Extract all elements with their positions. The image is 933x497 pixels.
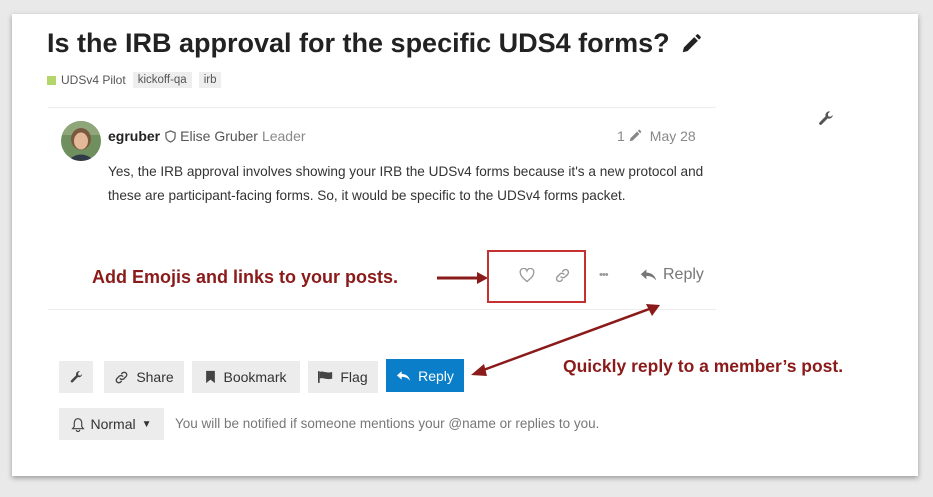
flag-icon [318,370,340,384]
caret-down-icon: ▼ [141,418,152,430]
share-label: Share [136,369,174,385]
notification-level-dropdown[interactable]: Normal ▼ [59,408,164,440]
category-color-badge [47,75,56,85]
highlight-box [487,250,586,303]
bell-icon [71,417,90,432]
post-meta: 1 May 28 [617,128,696,144]
post-reply-label: Reply [663,266,704,283]
notification-level-label: Normal [90,416,136,432]
wrench-icon [69,370,84,385]
reply-label: Reply [418,367,454,384]
annotation-arrow [437,272,488,284]
bookmark-button[interactable]: Bookmark [192,361,300,393]
link-icon[interactable] [554,267,571,284]
reply-button[interactable]: Reply [386,359,464,392]
edit-count[interactable]: 1 [617,128,625,144]
reply-icon [396,370,418,382]
notification-description: You will be notified if someone mentions… [175,416,600,431]
author-full-name: Elise Gruber [180,128,258,144]
link-icon [114,370,136,385]
annotation-emoji-links: Add Emojis and links to your posts. [92,267,399,287]
flag-button[interactable]: Flag [308,361,378,393]
author-role: Leader [261,128,306,144]
more-actions-button[interactable]: ••• [599,269,609,281]
annotation-quick-reply: Quickly reply to a member’s post. [563,356,844,376]
wrench-icon[interactable] [817,110,835,133]
post-author: egruber Elise Gruber Leader [108,128,306,144]
avatar[interactable] [61,121,101,161]
topic-title: Is the IRB approval for the specific UDS… [47,28,702,59]
heart-icon[interactable] [519,268,535,283]
post-body: Yes, the IRB approval involves showing y… [108,164,704,203]
tag-kickoff-qa[interactable]: kickoff-qa [132,72,192,88]
edit-history-icon[interactable] [628,129,642,143]
bookmark-icon [205,370,223,384]
tag-irb[interactable]: irb [198,72,222,88]
flag-label: Flag [340,369,368,385]
bookmark-label: Bookmark [223,369,287,385]
admin-wrench-button[interactable] [59,361,93,393]
shield-icon [165,129,176,143]
divider [48,107,716,108]
topic-category-row: UDSv4 Pilot kickoff-qa irb [47,72,222,88]
post-date[interactable]: May 28 [650,128,696,144]
share-button[interactable]: Share [104,361,184,393]
post-reply-button[interactable]: Reply [640,266,704,284]
edit-title-icon[interactable] [680,33,702,55]
topic-title-text: Is the IRB approval for the specific UDS… [47,28,670,58]
author-username[interactable]: egruber [108,128,160,144]
category-link[interactable]: UDSv4 Pilot [61,73,126,87]
